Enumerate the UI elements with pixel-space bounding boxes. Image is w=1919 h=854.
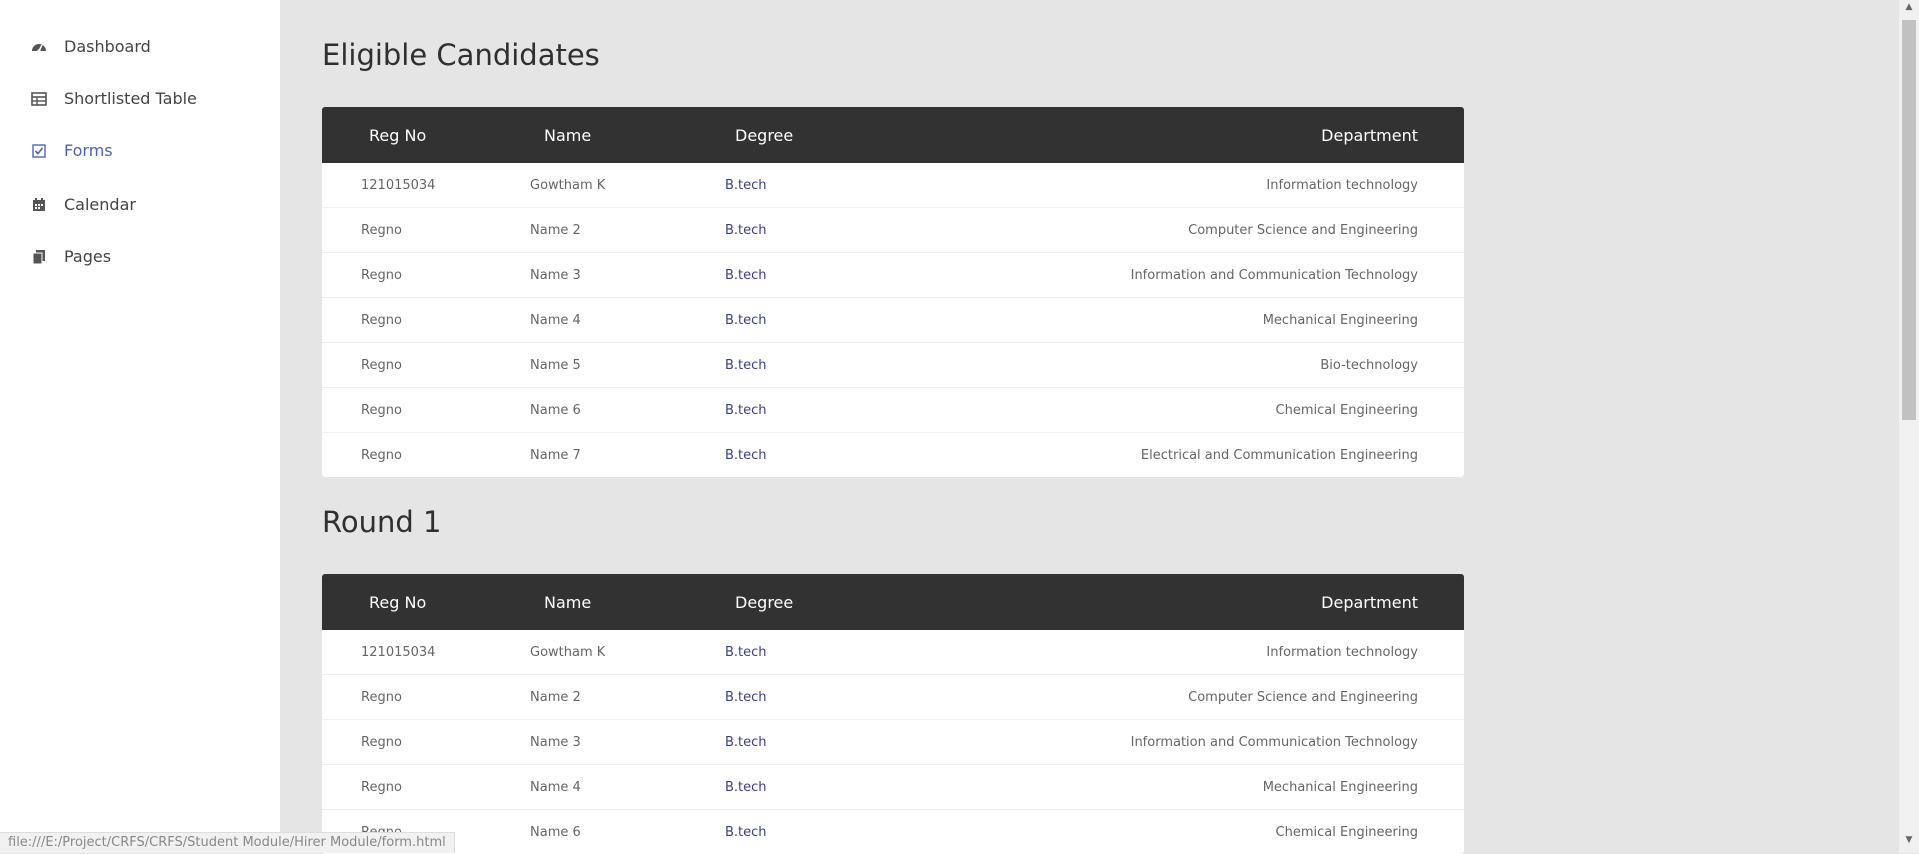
cell-degree: B.tech xyxy=(725,689,767,705)
scroll-down-arrow-icon[interactable]: ▼ xyxy=(1899,835,1919,851)
sidebar-item-forms[interactable]: Forms xyxy=(30,141,113,160)
table-row: Regno Name 2 B.tech Computer Science and En… xyxy=(322,675,1464,720)
table-row: Regno Name 2 B.tech Computer Science and En… xyxy=(322,208,1464,253)
cell-reg-no: Regno xyxy=(361,267,402,283)
section-title-round-1: Round 1 xyxy=(322,505,442,539)
cell-degree: B.tech xyxy=(725,402,767,418)
sidebar-item-label: Calendar xyxy=(64,195,136,214)
table-row: 121015034 Gowtham K B.tech Information tech… xyxy=(322,630,1464,675)
header-department: Department xyxy=(1321,592,1418,612)
cell-name: Gowtham K xyxy=(530,177,606,193)
cell-reg-no: Regno xyxy=(361,402,402,418)
calendar-icon xyxy=(30,196,48,214)
header-degree: Degree xyxy=(735,592,794,612)
header-reg-no: Reg No xyxy=(369,125,427,145)
cell-department: Chemical Engineering xyxy=(1275,824,1418,840)
sidebar: Dashboard Shortlisted Table Forms Calend… xyxy=(0,0,280,853)
cell-reg-no: Regno xyxy=(361,689,402,705)
cell-name: Name 6 xyxy=(530,824,581,840)
status-bar-url: file:///E:/Project/CRFS/CRFS/Student Mod… xyxy=(0,832,455,853)
header-degree: Degree xyxy=(735,125,794,145)
table-row: RegnoName 6B.techChemical Engineering xyxy=(322,810,1464,854)
checkbox-icon xyxy=(30,142,48,160)
sidebar-item-label: Pages xyxy=(64,247,112,266)
cell-name: Name 5 xyxy=(530,357,581,373)
table-header: Reg No Name Degree Department xyxy=(322,107,1464,163)
cell-degree: B.tech xyxy=(725,824,767,840)
table-row: Regno Name 6 B.tech Chemical Engineering xyxy=(322,388,1464,433)
sidebar-item-pages[interactable]: Pages xyxy=(30,247,111,266)
cell-department: Mechanical Engineering xyxy=(1262,312,1418,328)
table-row: Regno Name 7 B.tech Electrical and Communic… xyxy=(322,433,1464,477)
header-department: Department xyxy=(1321,125,1418,145)
header-name: Name xyxy=(544,592,592,612)
scroll-thumb[interactable] xyxy=(1902,20,1916,420)
cell-name: Name 2 xyxy=(530,689,581,705)
cell-degree: B.tech xyxy=(725,267,767,283)
cell-degree: B.tech xyxy=(725,644,767,660)
cell-department: Information and Communication Technology xyxy=(1130,267,1418,283)
table-row: Regno Name 4 B.tech Mechanical Engineering xyxy=(322,765,1464,810)
dashboard-icon xyxy=(30,38,48,56)
cell-name: Name 7 xyxy=(530,447,581,463)
cell-degree: B.tech xyxy=(725,779,767,795)
cell-name: Name 3 xyxy=(530,267,581,283)
cell-degree: B.tech xyxy=(725,357,767,373)
cell-department: Electrical and Communication Engineering xyxy=(1140,447,1418,463)
header-name: Name xyxy=(544,125,592,145)
round-1-table: Reg No Name Degree Department 121015034 G… xyxy=(322,574,1464,854)
cell-name: Name 4 xyxy=(530,312,581,328)
cell-degree: B.tech xyxy=(725,177,767,193)
cell-department: Information technology xyxy=(1266,177,1418,193)
cell-department: Mechanical Engineering xyxy=(1262,779,1418,795)
main-content: Eligible Candidates Reg No Name Degree D… xyxy=(280,0,1899,854)
cell-reg-no: Regno xyxy=(361,312,402,328)
cell-reg-no: Regno xyxy=(361,734,402,750)
table-row: Regno Name 3 B.tech Information and Communi… xyxy=(322,253,1464,298)
table-icon xyxy=(30,90,48,108)
cell-name: Name 2 xyxy=(530,222,581,238)
cell-name: Name 4 xyxy=(530,779,581,795)
cell-reg-no: Regno xyxy=(361,779,402,795)
cell-name: Name 6 xyxy=(530,402,581,418)
header-reg-no: Reg No xyxy=(369,592,427,612)
cell-department: Information and Communication Technology xyxy=(1130,734,1418,750)
cell-department: Computer Science and Engineering xyxy=(1188,222,1418,238)
cell-reg-no: 121015034 xyxy=(361,644,436,660)
cell-name: Gowtham K xyxy=(530,644,606,660)
cell-department: Computer Science and Engineering xyxy=(1188,689,1418,705)
vertical-scrollbar[interactable]: ▲ ▼ xyxy=(1899,0,1919,853)
table-row: Regno Name 5 B.tech Bio-technology xyxy=(322,343,1464,388)
cell-degree: B.tech xyxy=(725,734,767,750)
table-row: 121015034 Gowtham K B.tech Information tech… xyxy=(322,163,1464,208)
sidebar-item-label: Dashboard xyxy=(64,37,151,56)
cell-reg-no: Regno xyxy=(361,447,402,463)
pages-icon xyxy=(30,248,48,266)
scroll-up-arrow-icon[interactable]: ▲ xyxy=(1899,2,1919,18)
cell-reg-no: Regno xyxy=(361,222,402,238)
sidebar-item-label: Forms xyxy=(64,141,113,160)
sidebar-item-shortlisted-table[interactable]: Shortlisted Table xyxy=(30,89,197,108)
cell-reg-no: Regno xyxy=(361,357,402,373)
cell-reg-no: 121015034 xyxy=(361,177,436,193)
sidebar-item-calendar[interactable]: Calendar xyxy=(30,195,136,214)
table-row: Regno Name 3 B.tech Information and Communi… xyxy=(322,720,1464,765)
sidebar-item-label: Shortlisted Table xyxy=(64,89,197,108)
table-header: Reg No Name Degree Department xyxy=(322,574,1464,630)
cell-name: Name 3 xyxy=(530,734,581,750)
cell-degree: B.tech xyxy=(725,447,767,463)
cell-department: Bio-technology xyxy=(1320,357,1418,373)
cell-degree: B.tech xyxy=(725,222,767,238)
cell-department: Information technology xyxy=(1266,644,1418,660)
sidebar-item-dashboard[interactable]: Dashboard xyxy=(30,37,151,56)
cell-degree: B.tech xyxy=(725,312,767,328)
section-title-eligible: Eligible Candidates xyxy=(322,38,600,72)
table-row: Regno Name 4 B.tech Mechanical Engineering xyxy=(322,298,1464,343)
eligible-candidates-table: Reg No Name Degree Department 121015034 G… xyxy=(322,107,1464,477)
cell-department: Chemical Engineering xyxy=(1275,402,1418,418)
